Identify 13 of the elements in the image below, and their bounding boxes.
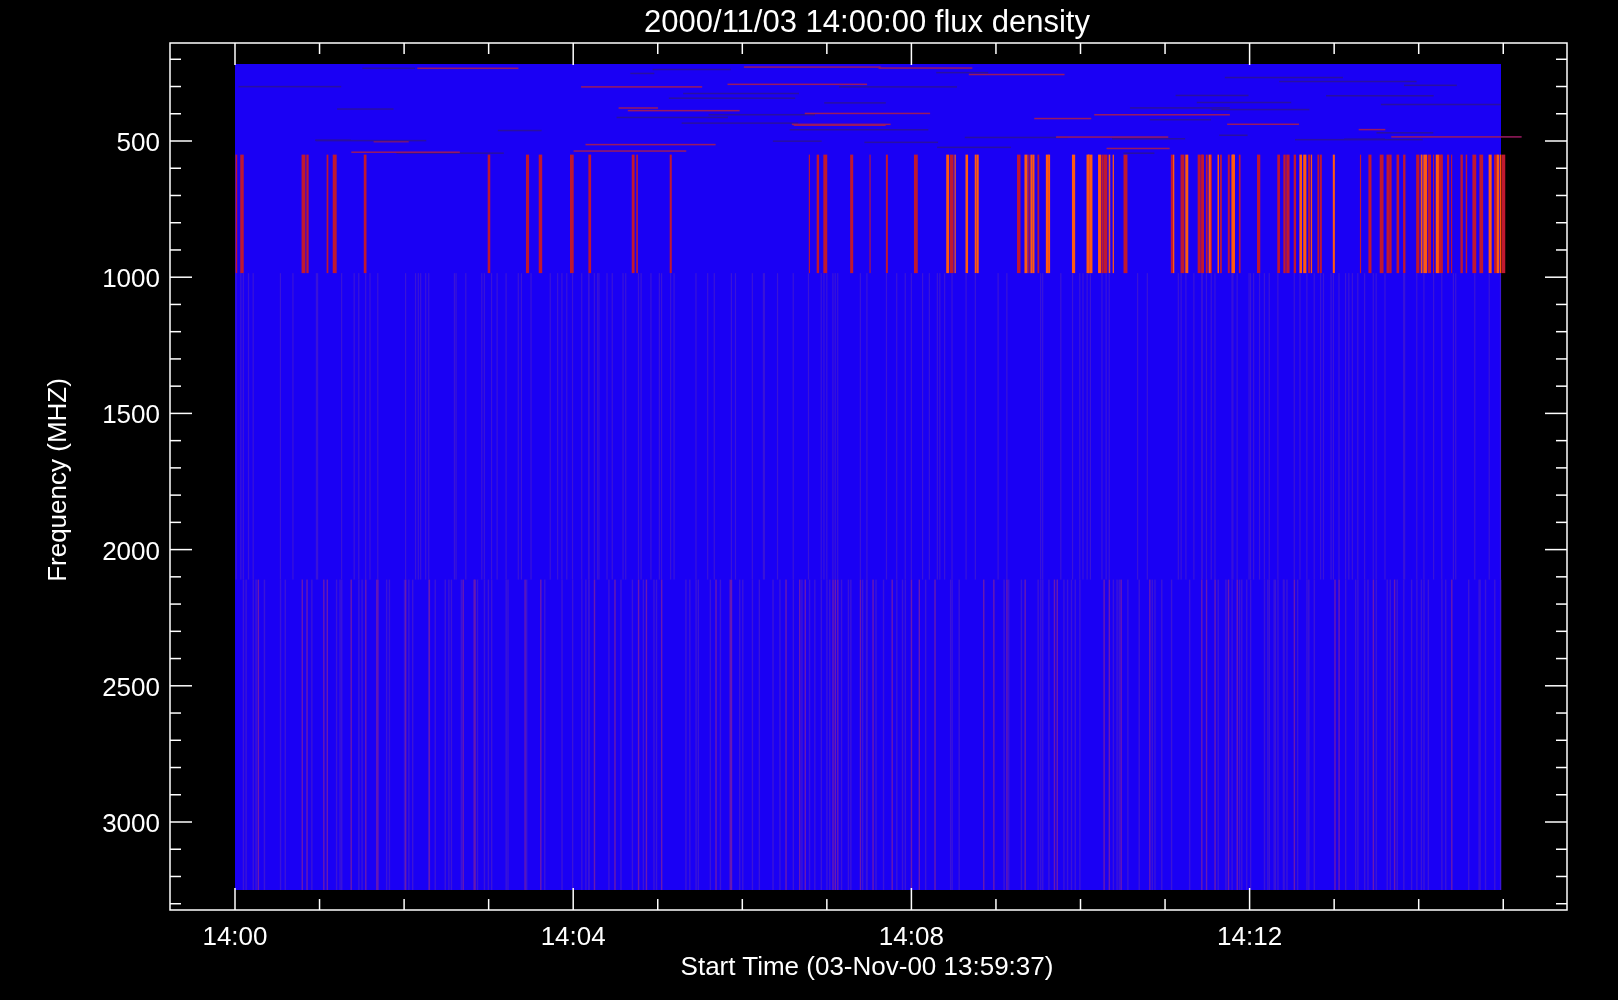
y-tick-label: 3000: [102, 808, 160, 838]
x-tick-label: 14:00: [202, 921, 268, 951]
y-tick-label: 2500: [102, 671, 160, 702]
y-tick-label: 1000: [102, 263, 160, 294]
x-tick-label: 14:12: [1217, 921, 1283, 951]
y-tick-label: 2000: [102, 535, 160, 566]
x-axis-label: Start Time (03-Nov-00 13:59:37): [680, 951, 1054, 981]
plot-title: 2000/11/03 14:00:00 flux density: [644, 4, 1090, 39]
y-tick-label: 500: [116, 127, 160, 157]
y-tick-label: 1500: [102, 399, 160, 430]
x-tick-label: 14:08: [878, 921, 944, 951]
y-axis-label: Frequency (MHZ): [42, 378, 72, 582]
x-tick-label: 14:04: [540, 921, 606, 951]
